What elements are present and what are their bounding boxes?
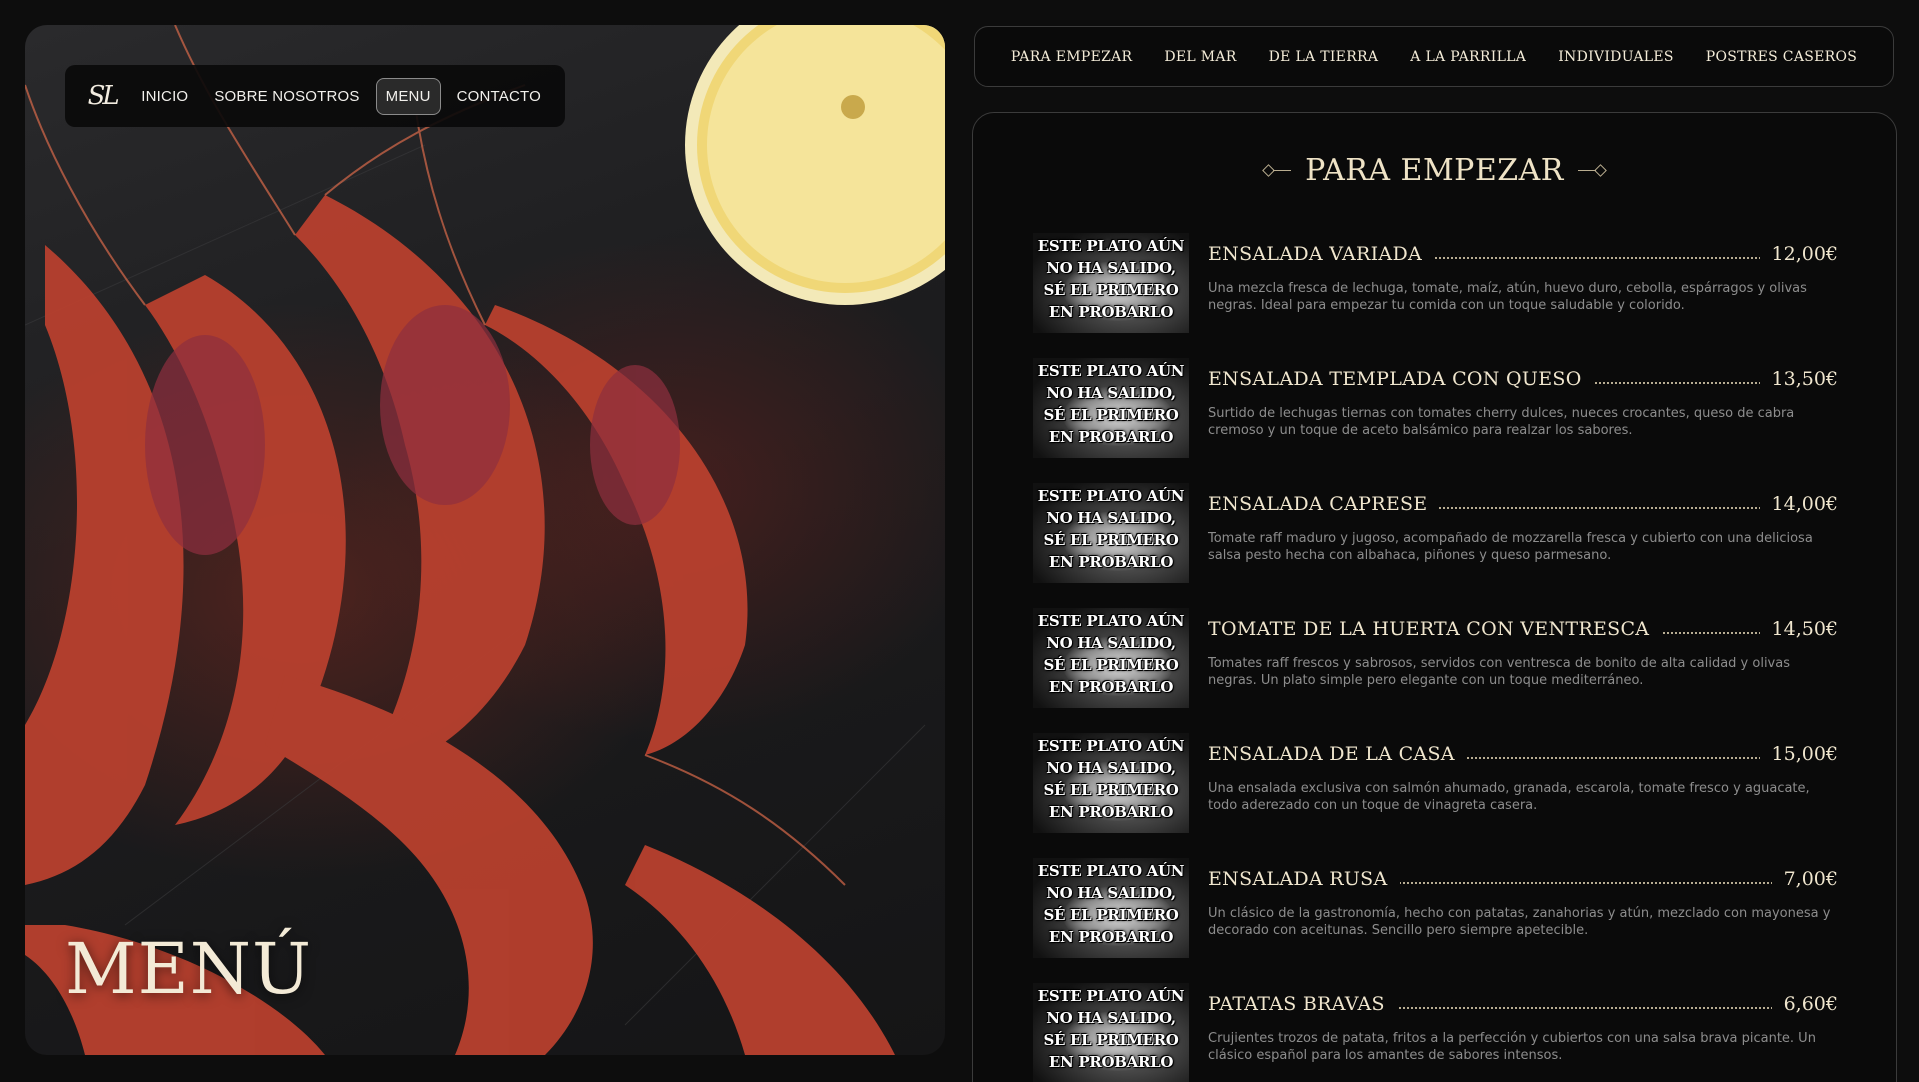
- placeholder-text: ESTE PLATO AÚN NO HA SALIDO, SÉ EL PRIME…: [1037, 737, 1185, 821]
- section-title: PARA EMPEZAR: [1305, 153, 1564, 188]
- dish-item[interactable]: ESTE PLATO AÚN NO HA SALIDO, SÉ EL PRIME…: [1033, 608, 1838, 713]
- dish-name: ENSALADA RUSA: [1208, 868, 1400, 890]
- tab-del-mar[interactable]: DEL MAR: [1164, 49, 1236, 65]
- main-navbar: SL INICIO SOBRE NOSOTROS MENU CONTACTO: [65, 65, 565, 127]
- tab-a-la-parrilla[interactable]: A LA PARRILLA: [1410, 49, 1526, 65]
- dish-item[interactable]: ESTE PLATO AÚN NO HA SALIDO, SÉ EL PRIME…: [1033, 983, 1838, 1082]
- placeholder-text: ESTE PLATO AÚN NO HA SALIDO, SÉ EL PRIME…: [1037, 362, 1185, 446]
- dish-price: 12,00€: [1759, 243, 1838, 265]
- dish-image-placeholder: ESTE PLATO AÚN NO HA SALIDO, SÉ EL PRIME…: [1033, 483, 1189, 583]
- dish-image-placeholder: ESTE PLATO AÚN NO HA SALIDO, SÉ EL PRIME…: [1033, 358, 1189, 458]
- nav-sobre-nosotros[interactable]: SOBRE NOSOTROS: [204, 78, 369, 115]
- section-heading: PARA EMPEZAR: [973, 153, 1896, 188]
- dish-description: Surtido de lechugas tiernas con tomates …: [1208, 406, 1795, 438]
- dish-item[interactable]: ESTE PLATO AÚN NO HA SALIDO, SÉ EL PRIME…: [1033, 858, 1838, 963]
- ornament-left-icon: [1262, 164, 1292, 177]
- nav-menu[interactable]: MENU: [375, 77, 441, 115]
- hero-image: [25, 25, 945, 1055]
- placeholder-text: ESTE PLATO AÚN NO HA SALIDO, SÉ EL PRIME…: [1037, 862, 1185, 946]
- dish-name: ENSALADA TEMPLADA CON QUESO: [1208, 368, 1594, 390]
- placeholder-text: ESTE PLATO AÚN NO HA SALIDO, SÉ EL PRIME…: [1037, 487, 1185, 571]
- dish-item[interactable]: ESTE PLATO AÚN NO HA SALIDO, SÉ EL PRIME…: [1033, 233, 1838, 338]
- dish-item[interactable]: ESTE PLATO AÚN NO HA SALIDO, SÉ EL PRIME…: [1033, 733, 1838, 838]
- ornament-right-icon: [1577, 164, 1607, 177]
- placeholder-text: ESTE PLATO AÚN NO HA SALIDO, SÉ EL PRIME…: [1037, 987, 1185, 1071]
- dish-image-placeholder: ESTE PLATO AÚN NO HA SALIDO, SÉ EL PRIME…: [1033, 733, 1189, 833]
- dish-name: PATATAS BRAVAS: [1208, 993, 1397, 1015]
- dish-item[interactable]: ESTE PLATO AÚN NO HA SALIDO, SÉ EL PRIME…: [1033, 483, 1838, 588]
- nav-inicio[interactable]: INICIO: [131, 78, 198, 115]
- hero-title: MENÚ: [65, 928, 313, 1010]
- brand-logo[interactable]: SL: [79, 71, 125, 121]
- placeholder-text: ESTE PLATO AÚN NO HA SALIDO, SÉ EL PRIME…: [1037, 237, 1185, 321]
- nav-contacto[interactable]: CONTACTO: [447, 78, 551, 115]
- dish-image-placeholder: ESTE PLATO AÚN NO HA SALIDO, SÉ EL PRIME…: [1033, 608, 1189, 708]
- tab-para-empezar[interactable]: PARA EMPEZAR: [1011, 49, 1133, 65]
- dish-price: 14,50€: [1759, 618, 1838, 640]
- dish-image-placeholder: ESTE PLATO AÚN NO HA SALIDO, SÉ EL PRIME…: [1033, 858, 1189, 958]
- dish-description: Una ensalada exclusiva con salmón ahumad…: [1208, 781, 1810, 813]
- dish-description: Tomate raff maduro y jugoso, acompañado …: [1208, 531, 1813, 563]
- dish-price: 7,00€: [1771, 868, 1838, 890]
- category-tabs: PARA EMPEZAR DEL MAR DE LA TIERRA A LA P…: [974, 26, 1894, 87]
- dish-description: Una mezcla fresca de lechuga, tomate, ma…: [1208, 281, 1807, 313]
- dish-price: 14,00€: [1759, 493, 1838, 515]
- dish-name: ENSALADA VARIADA: [1208, 243, 1435, 265]
- dish-price: 15,00€: [1759, 743, 1838, 765]
- dish-name: TOMATE DE LA HUERTA CON VENTRESCA: [1208, 618, 1662, 640]
- dish-name: ENSALADA CAPRESE: [1208, 493, 1440, 515]
- dish-image-placeholder: ESTE PLATO AÚN NO HA SALIDO, SÉ EL PRIME…: [1033, 233, 1189, 333]
- dish-description: Tomates raff frescos y sabrosos, servido…: [1208, 656, 1790, 688]
- tab-postres-caseros[interactable]: POSTRES CASEROS: [1706, 49, 1857, 65]
- placeholder-text: ESTE PLATO AÚN NO HA SALIDO, SÉ EL PRIME…: [1037, 612, 1185, 696]
- dish-price: 13,50€: [1759, 368, 1838, 390]
- menu-panel: PARA EMPEZAR ESTE PLATO AÚN NO HA SALIDO…: [972, 112, 1897, 1082]
- dish-image-placeholder: ESTE PLATO AÚN NO HA SALIDO, SÉ EL PRIME…: [1033, 983, 1189, 1082]
- dish-description: Crujientes trozos de patata, fritos a la…: [1208, 1031, 1816, 1063]
- dish-item[interactable]: ESTE PLATO AÚN NO HA SALIDO, SÉ EL PRIME…: [1033, 358, 1838, 463]
- hero-panel: SL INICIO SOBRE NOSOTROS MENU CONTACTO M…: [25, 25, 945, 1055]
- tab-individuales[interactable]: INDIVIDUALES: [1558, 49, 1674, 65]
- dish-description: Un clásico de la gastronomía, hecho con …: [1208, 906, 1831, 938]
- dish-price: 6,60€: [1771, 993, 1838, 1015]
- tab-de-la-tierra[interactable]: DE LA TIERRA: [1269, 49, 1379, 65]
- dish-name: ENSALADA DE LA CASA: [1208, 743, 1467, 765]
